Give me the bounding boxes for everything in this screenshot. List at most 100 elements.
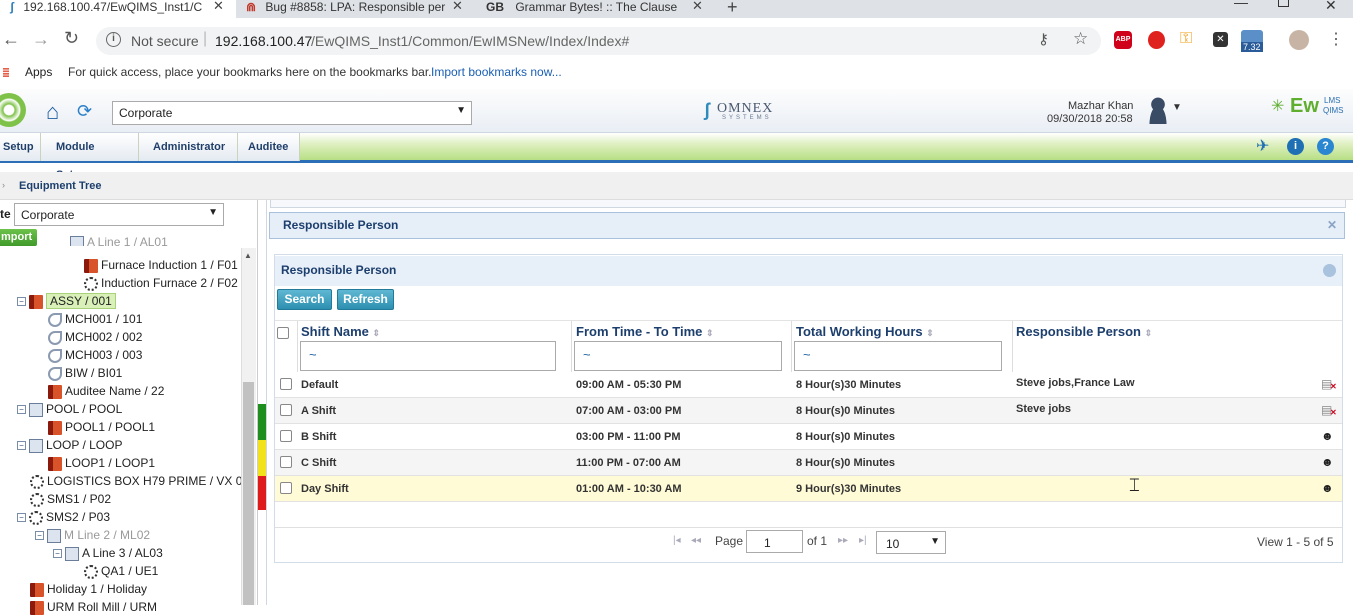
prev-page-icon[interactable]: ◂◂ bbox=[691, 535, 701, 546]
back-icon[interactable]: ← bbox=[2, 29, 20, 50]
tree-collapse-toggle-icon[interactable]: − bbox=[17, 441, 26, 451]
close-tab-icon[interactable]: ✕ bbox=[213, 0, 224, 14]
tree-collapse-toggle-icon[interactable]: − bbox=[17, 297, 26, 307]
tree-node[interactable]: POOL1 / POOL1 bbox=[48, 418, 155, 436]
search-button[interactable]: Search bbox=[277, 289, 332, 310]
info-circle-icon[interactable]: i bbox=[1287, 138, 1304, 155]
panel-close-icon[interactable]: ✕ bbox=[1327, 218, 1337, 232]
row-checkbox[interactable] bbox=[280, 430, 292, 442]
breadcrumb[interactable]: Equipment Tree bbox=[19, 180, 102, 192]
x-extension-icon[interactable]: ✕ bbox=[1213, 32, 1228, 47]
home-icon[interactable]: ⌂ bbox=[46, 99, 59, 125]
tree-node[interactable]: − POOL / POOL bbox=[17, 400, 122, 418]
tab-active[interactable]: ʃ 192.168.100.47/EwQIMS_Inst1/C bbox=[0, 0, 236, 18]
tree-node[interactable]: SMS1 / P02 bbox=[30, 490, 111, 508]
reload-icon[interactable]: ↻ bbox=[64, 28, 79, 49]
key-icon[interactable]: ⚷ bbox=[1038, 30, 1049, 48]
tree-node[interactable]: A Line 1 / AL01 bbox=[70, 236, 168, 246]
site-select[interactable]: Corporate ▼ bbox=[112, 101, 472, 125]
tree-node[interactable]: − SMS2 / P03 bbox=[17, 508, 110, 526]
next-page-icon[interactable]: ▸▸ bbox=[838, 535, 848, 546]
machine-node-icon bbox=[48, 312, 62, 327]
first-page-icon[interactable]: |◂ bbox=[673, 535, 681, 546]
tree-node[interactable]: − A Line 3 / AL03 bbox=[53, 544, 163, 562]
tree-collapse-toggle-icon[interactable]: − bbox=[17, 513, 26, 523]
status-yellow-bar bbox=[258, 440, 266, 476]
menu-administrator[interactable]: Administrator bbox=[139, 133, 238, 161]
menu-auditee[interactable]: Auditee bbox=[238, 133, 300, 161]
tree-node[interactable]: BIW / BI01 bbox=[48, 364, 122, 382]
sort-icon: ⇕ bbox=[1144, 328, 1153, 338]
filter-time[interactable]: ~ bbox=[574, 341, 782, 371]
tree-node[interactable]: URM Roll Mill / URM bbox=[30, 598, 157, 616]
close-tab-icon[interactable]: ✕ bbox=[452, 0, 463, 14]
col-hours[interactable]: Total Working Hours ⇕ bbox=[796, 322, 934, 342]
tree-node[interactable]: MCH003 / 003 bbox=[48, 346, 142, 364]
tree-node[interactable]: − ASSY / 001 bbox=[17, 292, 116, 310]
refresh-button[interactable]: Refresh bbox=[337, 289, 394, 310]
row-checkbox[interactable] bbox=[280, 378, 292, 390]
user-avatar-icon[interactable] bbox=[1145, 96, 1171, 124]
assign-person-icon[interactable]: ☻ bbox=[1321, 455, 1334, 469]
import-bookmarks-link[interactable]: Import bookmarks now... bbox=[431, 65, 562, 79]
page-size-select[interactable]: 10 ▼ bbox=[876, 531, 946, 554]
page-input[interactable]: 1 bbox=[746, 530, 803, 553]
tree-collapse-toggle-icon[interactable]: − bbox=[17, 405, 26, 415]
tree-collapse-toggle-icon[interactable]: − bbox=[35, 531, 44, 541]
tree-scroll-thumb[interactable] bbox=[243, 382, 254, 605]
chrome-menu-icon[interactable]: ⋮ bbox=[1328, 29, 1344, 49]
row-checkbox[interactable] bbox=[280, 404, 292, 416]
tree-node[interactable]: − LOOP / LOOP bbox=[17, 436, 122, 454]
tree-node-label: BIW / BI01 bbox=[65, 366, 123, 380]
tree-site-select[interactable]: Corporate ▼ bbox=[14, 203, 224, 226]
assign-person-icon[interactable]: ☻ bbox=[1321, 429, 1334, 443]
pin-icon[interactable]: ✈ bbox=[1256, 136, 1269, 156]
tree-collapse-toggle-icon[interactable]: − bbox=[53, 549, 62, 559]
tree-node[interactable]: Holiday 1 / Holiday bbox=[30, 580, 147, 598]
adblock-icon[interactable]: ABP bbox=[1114, 31, 1132, 49]
minimize-icon[interactable]: — bbox=[1234, 0, 1248, 10]
tab-bug[interactable]: ⋒ Bug #8858: LPA: Responsible per bbox=[244, 0, 464, 18]
col-time[interactable]: From Time - To Time ⇕ bbox=[576, 322, 714, 342]
tree-node[interactable]: MCH002 / 002 bbox=[48, 328, 142, 346]
forward-icon[interactable]: → bbox=[32, 29, 50, 50]
maximize-icon[interactable] bbox=[1278, 0, 1289, 7]
apps-link[interactable]: Apps bbox=[25, 65, 52, 79]
col-responsible-person[interactable]: Responsible Person ⇕ bbox=[1016, 322, 1152, 342]
bookmark-star-icon[interactable]: ☆ bbox=[1073, 29, 1088, 49]
profile-avatar[interactable] bbox=[1289, 30, 1309, 50]
col-shift-name[interactable]: Shift Name ⇕ bbox=[301, 322, 380, 342]
help-icon[interactable]: ? bbox=[1317, 138, 1334, 155]
tree-node[interactable]: Induction Furnace 2 / F02 bbox=[84, 274, 238, 292]
tree-node[interactable]: Furnace Induction 1 / F01 bbox=[84, 256, 238, 274]
select-all-checkbox[interactable] bbox=[277, 327, 289, 339]
opera-icon[interactable] bbox=[1148, 31, 1165, 49]
window-close-icon[interactable]: ✕ bbox=[1325, 0, 1337, 14]
refresh-app-icon[interactable]: ⟳ bbox=[77, 101, 92, 122]
close-tab-icon[interactable]: ✕ bbox=[692, 0, 703, 14]
new-tab-icon[interactable]: + bbox=[727, 0, 738, 18]
assign-person-icon[interactable]: ☻ bbox=[1321, 481, 1334, 495]
apps-grid-icon[interactable]: ⁞⁞⁞ bbox=[2, 66, 10, 80]
filter-hours[interactable]: ~ bbox=[794, 341, 1002, 371]
tree-node[interactable]: LOGISTICS BOX H79 PRIME / VX 01 bbox=[30, 472, 241, 490]
row-checkbox[interactable] bbox=[280, 482, 292, 494]
menu-module-setup[interactable]: Module Setup bbox=[41, 133, 139, 181]
tree-node[interactable]: − M Line 2 / ML02 bbox=[35, 526, 150, 544]
filter-shift-name[interactable]: ~ bbox=[300, 341, 556, 371]
collapse-icon[interactable] bbox=[1323, 264, 1336, 277]
import-button[interactable]: mport bbox=[0, 229, 37, 246]
tree-node[interactable]: QA1 / UE1 bbox=[84, 562, 158, 580]
tree-node[interactable]: MCH001 / 101 bbox=[48, 310, 142, 328]
extension-key-icon[interactable]: ⚿ bbox=[1180, 30, 1192, 48]
tree-node[interactable]: Auditee Name / 22 bbox=[48, 382, 164, 400]
tree-node-label: A Line 1 / AL01 bbox=[87, 236, 168, 246]
menu-setup[interactable]: Setup bbox=[0, 133, 41, 161]
user-menu-chevron-icon[interactable]: ▼ bbox=[1172, 102, 1182, 113]
tab-grammar[interactable]: GB Grammar Bytes! :: The Clause bbox=[484, 0, 704, 18]
info-icon[interactable]: i bbox=[106, 32, 121, 47]
tree-node[interactable]: LOOP1 / LOOP1 bbox=[48, 454, 155, 472]
scroll-up-icon[interactable]: ▲ bbox=[244, 251, 252, 260]
row-checkbox[interactable] bbox=[280, 456, 292, 468]
last-page-icon[interactable]: ▸| bbox=[859, 535, 867, 546]
